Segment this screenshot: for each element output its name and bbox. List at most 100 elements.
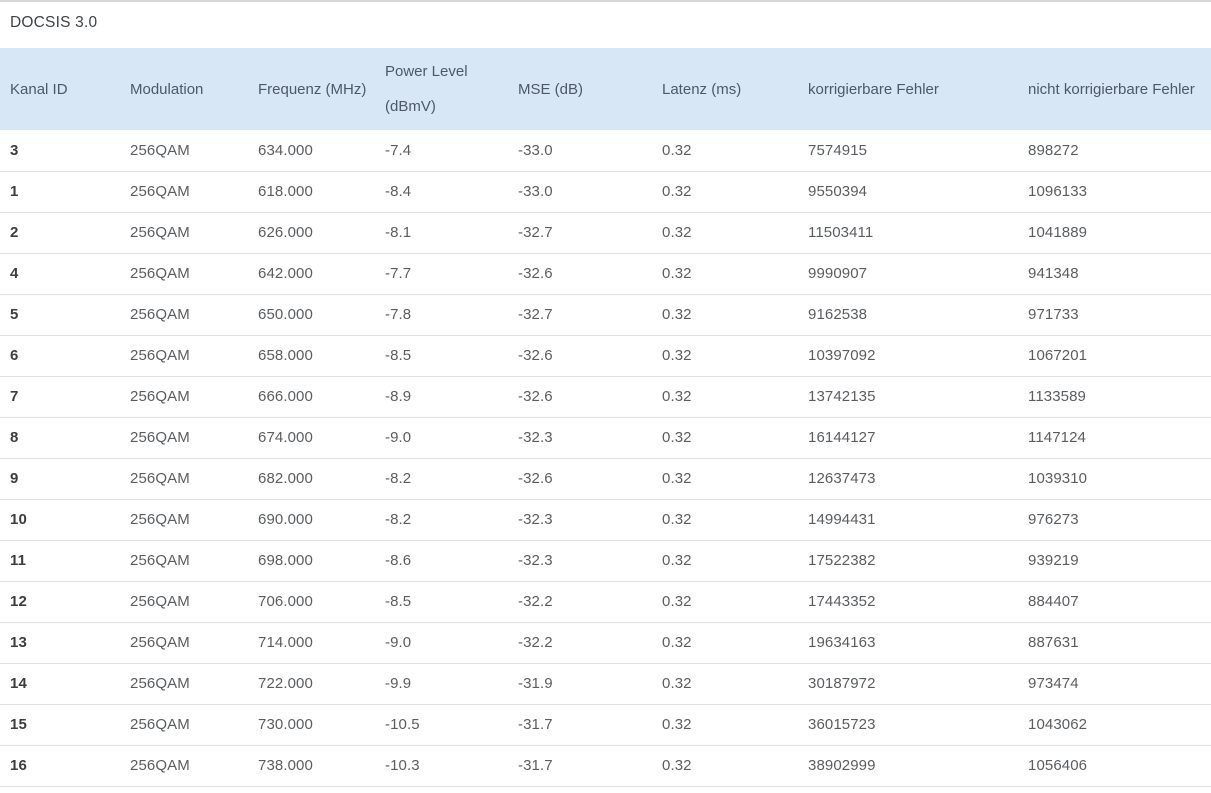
channel-row: 13 256QAM 714.000 -9.0 -32.2 0.32 19634163 8876…: [0, 622, 1211, 663]
cell-modulation: 256QAM: [130, 552, 190, 569]
cell-korrigierbare-fehler: 7574915: [808, 141, 868, 159]
column-header-modulation: Modulation: [130, 80, 204, 98]
cell-latenz: 0.32: [662, 429, 692, 446]
cell-kanal-id: 10: [10, 511, 27, 528]
cell-power-level: -8.6: [385, 552, 412, 569]
cell-modulation: 256QAM: [130, 511, 190, 528]
cell-mse: -33.0: [518, 141, 553, 159]
cell-frequenz: 642.000: [258, 265, 313, 282]
cell-mse: -32.6: [518, 470, 553, 487]
cell-nicht-korrigierbare-fehler: 971733: [1028, 306, 1079, 323]
cell-power-level: -8.2: [385, 470, 412, 487]
cell-frequenz: 698.000: [258, 552, 313, 569]
cell-korrigierbare-fehler: 9990907: [808, 265, 868, 282]
cell-mse: -32.6: [518, 265, 553, 282]
cell-power-level: -10.3: [385, 757, 420, 774]
channel-row: 6 256QAM 658.000 -8.5 -32.6 0.32 10397092 10672…: [0, 335, 1211, 376]
cell-power-level: -8.5: [385, 593, 412, 610]
cell-kanal-id: 9: [10, 470, 19, 487]
cell-power-level: -9.9: [385, 675, 412, 692]
cell-nicht-korrigierbare-fehler: 1096133: [1028, 183, 1088, 200]
cell-modulation: 256QAM: [130, 141, 190, 159]
cell-frequenz: 714.000: [258, 634, 313, 651]
cell-power-level: -7.8: [385, 306, 412, 323]
cell-frequenz: 682.000: [258, 470, 313, 487]
cell-korrigierbare-fehler: 19634163: [808, 634, 876, 651]
docsis-status-page: DOCSIS 3.0 Kanal ID Modulation Frequenz (M…: [0, 0, 1211, 793]
cell-latenz: 0.32: [662, 470, 692, 487]
column-header-frequenz: Frequenz (MHz): [258, 80, 367, 98]
cell-frequenz: 634.000: [258, 141, 313, 159]
cell-frequenz: 626.000: [258, 224, 313, 241]
cell-nicht-korrigierbare-fehler: 941348: [1028, 265, 1079, 282]
cell-frequenz: 730.000: [258, 716, 313, 733]
cell-latenz: 0.32: [662, 224, 692, 241]
cell-korrigierbare-fehler: 36015723: [808, 716, 876, 733]
channel-row: 10 256QAM 690.000 -8.2 -32.3 0.32 14994431 9762…: [0, 499, 1211, 540]
column-header-kanal-id: Kanal ID: [10, 80, 68, 98]
cell-kanal-id: 11: [10, 552, 27, 569]
table-body: 3 256QAM 634.000 -7.4 -33.0 0.32 7574915 898272…: [0, 130, 1211, 786]
channel-row: 12 256QAM 706.000 -8.5 -32.2 0.32 17443352 8844…: [0, 581, 1211, 622]
cell-kanal-id: 5: [10, 306, 19, 323]
cell-latenz: 0.32: [662, 511, 692, 528]
cell-nicht-korrigierbare-fehler: 1067201: [1028, 347, 1088, 364]
cell-mse: -31.7: [518, 716, 553, 733]
channel-row: 5 256QAM 650.000 -7.8 -32.7 0.32 9162538 971733: [0, 294, 1211, 335]
cell-frequenz: 650.000: [258, 306, 313, 323]
cell-kanal-id: 12: [10, 593, 27, 610]
cell-modulation: 256QAM: [130, 388, 190, 405]
cell-frequenz: 674.000: [258, 429, 313, 446]
cell-kanal-id: 4: [10, 265, 19, 282]
cell-modulation: 256QAM: [130, 675, 190, 692]
cell-nicht-korrigierbare-fehler: 1043062: [1028, 716, 1088, 733]
cell-mse: -32.3: [518, 429, 553, 446]
channel-row: 16 256QAM 738.000 -10.3 -31.7 0.32 38902999 105…: [0, 745, 1211, 786]
cell-nicht-korrigierbare-fehler: 976273: [1028, 511, 1079, 528]
cell-nicht-korrigierbare-fehler: 939219: [1028, 552, 1079, 569]
cell-modulation: 256QAM: [130, 224, 190, 241]
channel-row: 15 256QAM 730.000 -10.5 -31.7 0.32 36015723 104…: [0, 704, 1211, 745]
column-header-korrigierbare-fehler: korrigierbare Fehler: [808, 80, 939, 98]
cell-korrigierbare-fehler: 14994431: [808, 511, 876, 528]
cell-modulation: 256QAM: [130, 634, 190, 651]
cell-frequenz: 658.000: [258, 347, 313, 364]
cell-latenz: 0.32: [662, 388, 692, 405]
cell-korrigierbare-fehler: 16144127: [808, 429, 876, 446]
cell-frequenz: 706.000: [258, 593, 313, 610]
cell-korrigierbare-fehler: 38902999: [808, 757, 876, 774]
cell-power-level: -8.4: [385, 183, 412, 200]
cell-power-level: -7.4: [385, 141, 412, 159]
cell-power-level: -9.0: [385, 429, 412, 446]
cell-korrigierbare-fehler: 30187972: [808, 675, 876, 692]
cell-mse: -32.7: [518, 224, 553, 241]
cell-nicht-korrigierbare-fehler: 898272: [1028, 141, 1079, 159]
cell-kanal-id: 3: [10, 141, 19, 159]
section-title: DOCSIS 3.0: [10, 14, 98, 31]
docsis-channel-table: Kanal ID Modulation Frequenz (MHz) Power Le…: [0, 48, 1211, 787]
channel-row: 4 256QAM 642.000 -7.7 -32.6 0.32 9990907 941348: [0, 253, 1211, 294]
cell-power-level: -9.0: [385, 634, 412, 651]
cell-latenz: 0.32: [662, 552, 692, 569]
column-header-power-level: Power Level (dBmV): [385, 63, 468, 115]
cell-kanal-id: 14: [10, 675, 27, 692]
table-header-row: Kanal ID Modulation Frequenz (MHz) Power Le…: [0, 48, 1211, 130]
cell-frequenz: 722.000: [258, 675, 313, 692]
cell-nicht-korrigierbare-fehler: 887631: [1028, 634, 1079, 651]
cell-korrigierbare-fehler: 10397092: [808, 347, 876, 364]
cell-modulation: 256QAM: [130, 593, 190, 610]
cell-kanal-id: 8: [10, 429, 19, 446]
cell-modulation: 256QAM: [130, 716, 190, 733]
cell-modulation: 256QAM: [130, 347, 190, 364]
channel-row: 11 256QAM 698.000 -8.6 -32.3 0.32 17522382 9392…: [0, 540, 1211, 581]
cell-kanal-id: 1: [10, 183, 19, 200]
cell-latenz: 0.32: [662, 306, 692, 323]
cell-frequenz: 618.000: [258, 183, 313, 200]
cell-korrigierbare-fehler: 13742135: [808, 388, 876, 405]
cell-power-level: -8.2: [385, 511, 412, 528]
cell-latenz: 0.32: [662, 265, 692, 282]
cell-nicht-korrigierbare-fehler: 1133589: [1028, 388, 1086, 405]
cell-kanal-id: 13: [10, 634, 27, 651]
cell-korrigierbare-fehler: 9550394: [808, 183, 868, 200]
cell-kanal-id: 15: [10, 716, 27, 733]
